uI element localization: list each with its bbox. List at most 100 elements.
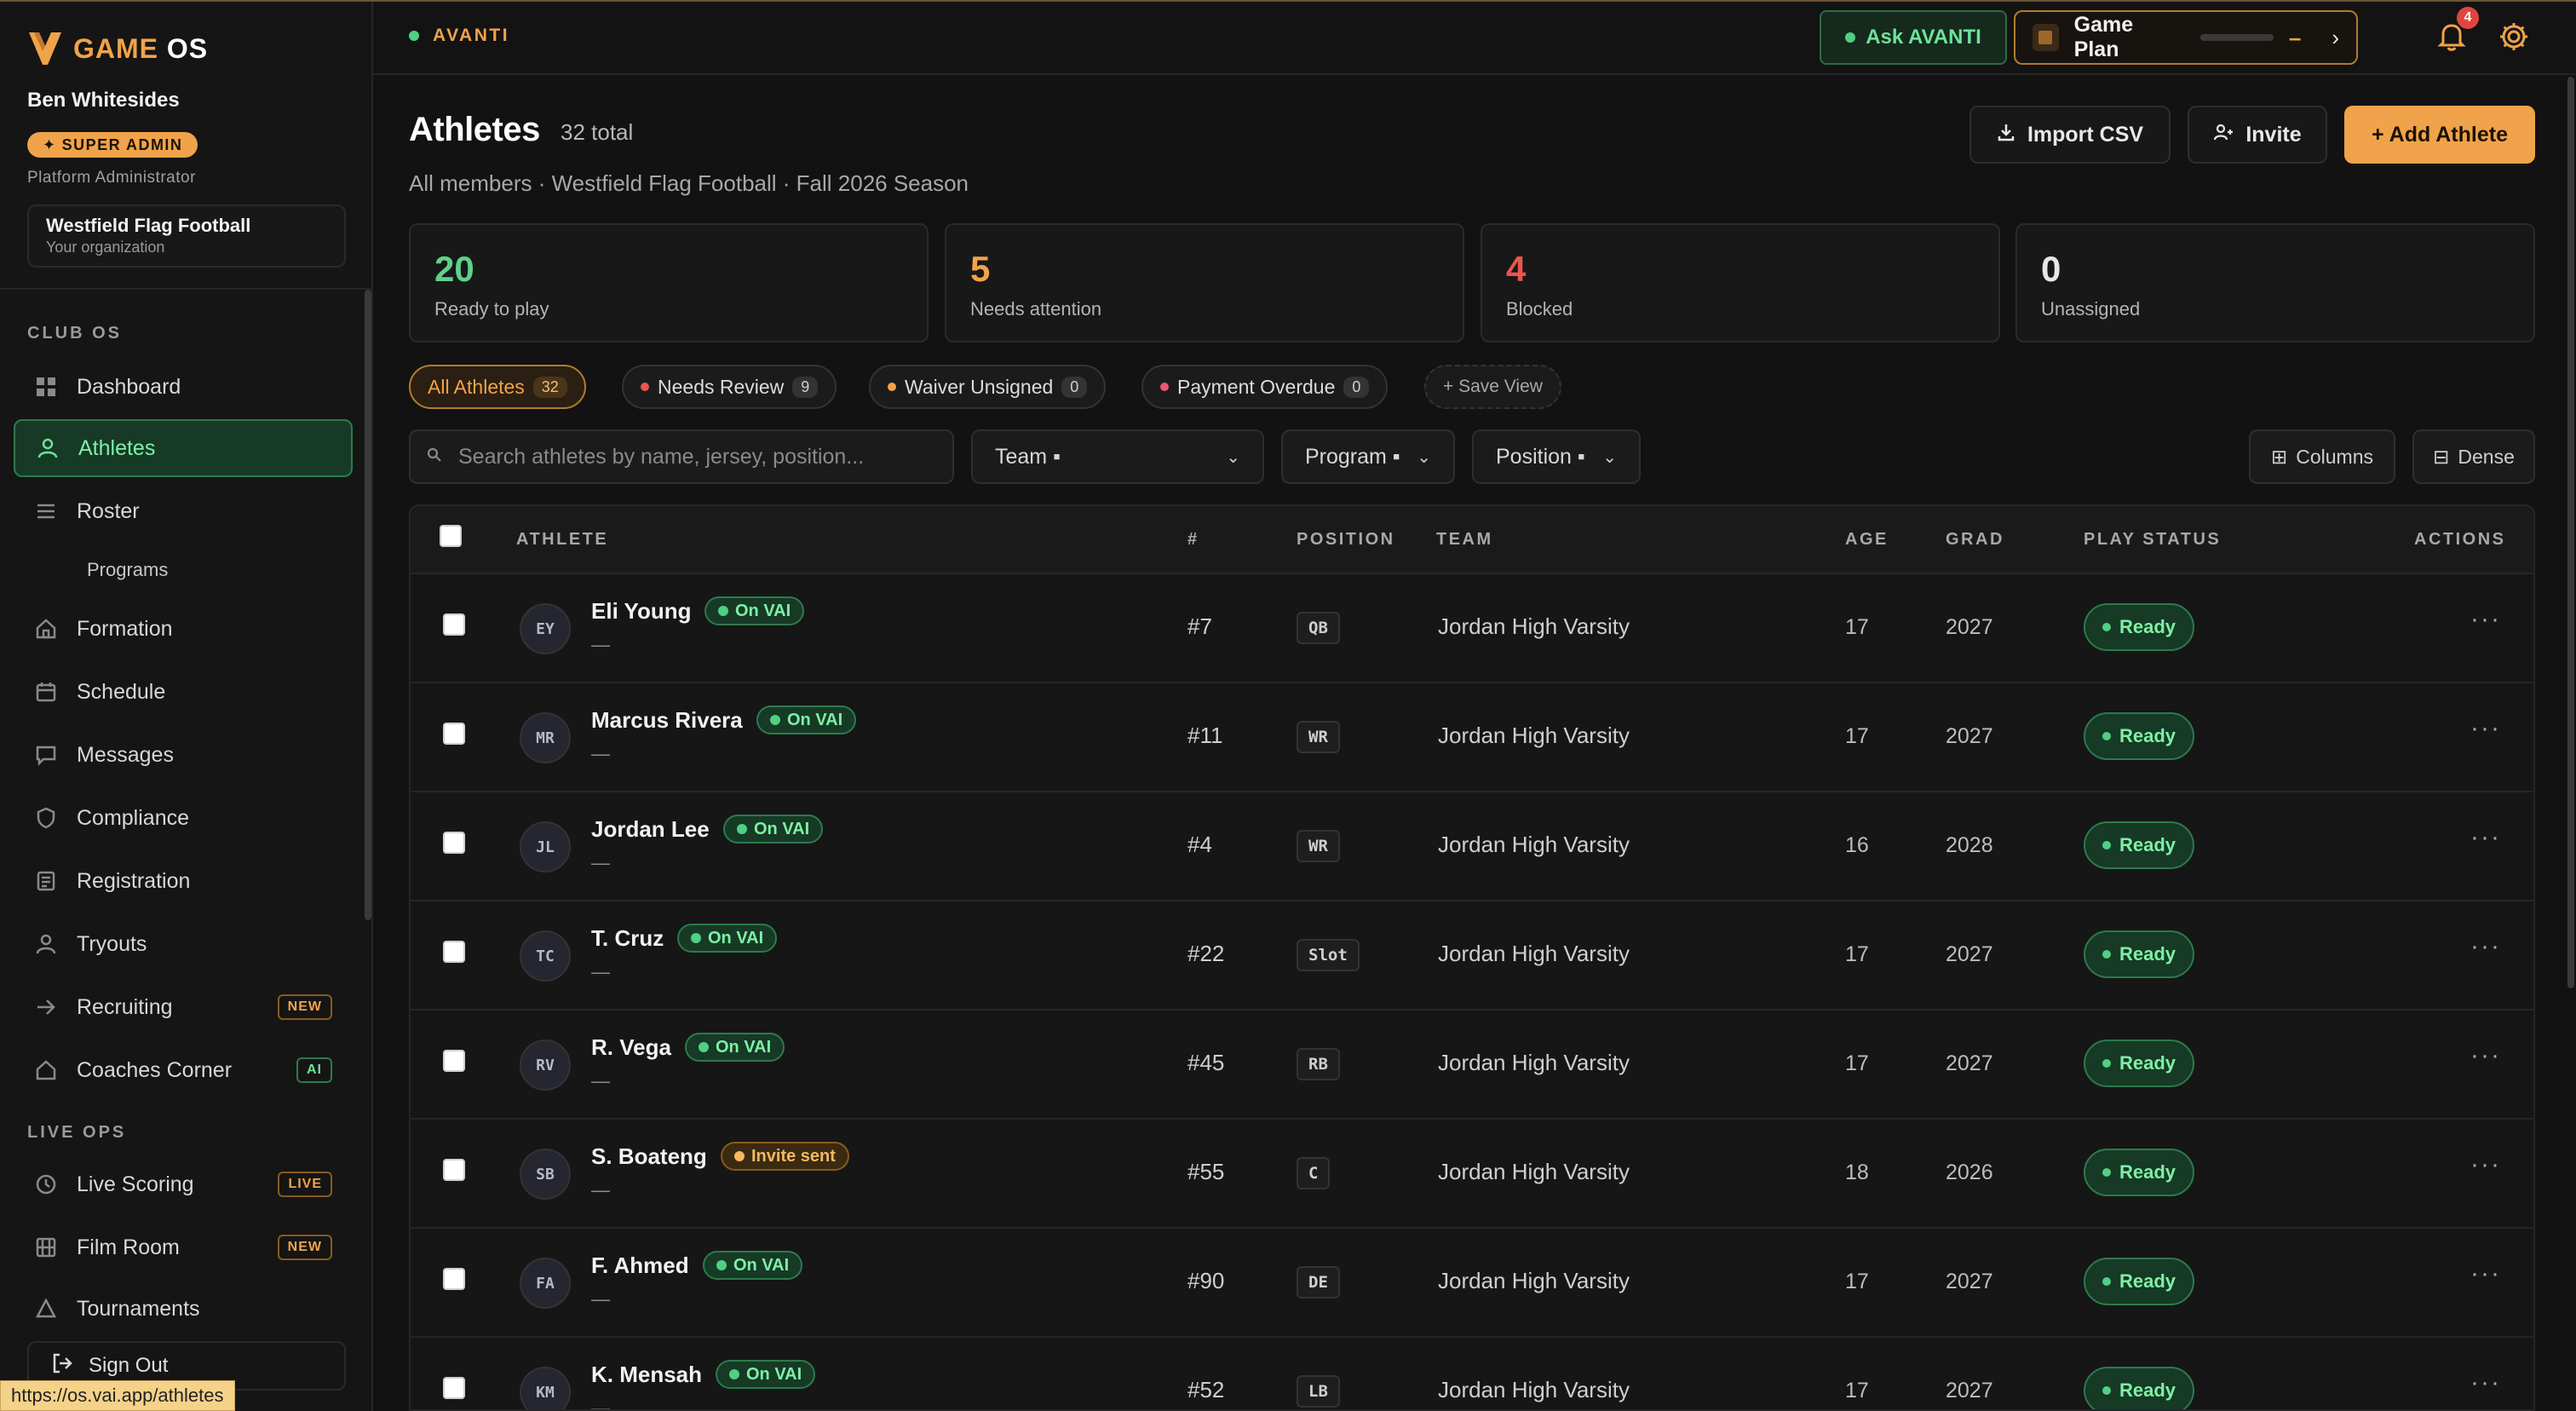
more-actions-icon[interactable]: ··· (2470, 1368, 2501, 1397)
athlete-name[interactable]: T. Cruz (591, 925, 664, 952)
column-header-age[interactable]: AGE (1845, 530, 1889, 550)
stat-card-needs-attention[interactable]: 5 Needs attention (945, 223, 1464, 343)
sidebar-item-registration[interactable]: Registration (14, 852, 353, 910)
row-checkbox[interactable] (443, 1377, 465, 1399)
athlete-name[interactable]: Marcus Rivera (591, 707, 743, 734)
athlete-name[interactable]: R. Vega (591, 1034, 671, 1061)
sidebar-item-film-room[interactable]: Film Room NEW (14, 1218, 353, 1276)
athlete-name[interactable]: K. Mensah (591, 1362, 702, 1388)
column-header-position[interactable]: POSITION (1297, 530, 1395, 550)
row-checkbox[interactable] (443, 1159, 465, 1181)
more-actions-icon[interactable]: ··· (2470, 932, 2501, 961)
athlete-name[interactable]: S. Boateng (591, 1143, 707, 1170)
filter-chip-needs-review[interactable]: Needs Review 9 (622, 365, 837, 409)
sidebar-item-coaches-corner[interactable]: Coaches Corner AI (14, 1041, 353, 1099)
age-value: 17 (1845, 1051, 1869, 1075)
play-status-badge[interactable]: Ready (2084, 930, 2195, 978)
select-all-checkbox[interactable] (440, 525, 462, 547)
stat-value: 0 (2041, 249, 2061, 289)
play-status-badge[interactable]: Ready (2084, 712, 2195, 760)
filter-chip-payment-overdue[interactable]: Payment Overdue 0 (1141, 365, 1389, 409)
team-name: Jordan High Varsity (1438, 723, 1630, 748)
save-view-button[interactable]: + Save View (1424, 365, 1561, 409)
play-status-badge[interactable]: Ready (2084, 821, 2195, 869)
sidebar-item-messages[interactable]: Messages (14, 726, 353, 784)
table-row[interactable]: TC T. Cruz On VAI — #22 Slot Jordan High Varsi… (411, 901, 2533, 1011)
sidebar-item-live-scoring[interactable]: Live Scoring LIVE (14, 1155, 353, 1213)
sidebar-scrollbar[interactable] (365, 290, 371, 920)
table-row[interactable]: MR Marcus Rivera On VAI — #11 WR Jordan High V… (411, 683, 2533, 792)
play-status-badge[interactable]: Ready (2084, 1149, 2195, 1196)
table-row[interactable]: EY Eli Young On VAI — #7 QB Jordan High Varsit… (411, 574, 2533, 683)
column-header-athlete[interactable]: ATHLETE (516, 530, 608, 550)
more-actions-icon[interactable]: ··· (2470, 1259, 2501, 1288)
search-box[interactable] (409, 429, 954, 484)
column-header-grad[interactable]: GRAD (1946, 530, 2004, 550)
filter-chip-waiver-unsigned[interactable]: Waiver Unsigned 0 (869, 365, 1107, 409)
game-plan-widget[interactable]: Game Plan – › (2014, 10, 2358, 65)
column-header-team[interactable]: TEAM (1436, 530, 1493, 550)
form-icon (34, 869, 58, 893)
more-actions-icon[interactable]: ··· (2470, 1041, 2501, 1070)
sidebar-item-tournaments[interactable]: Tournaments (14, 1281, 353, 1336)
add-athlete-button[interactable]: + Add Athlete (2344, 106, 2535, 164)
row-checkbox[interactable] (443, 941, 465, 963)
org-switcher[interactable]: Westfield Flag Football Your organizatio… (27, 204, 346, 268)
athlete-name[interactable]: F. Ahmed (591, 1253, 689, 1279)
play-status-badge[interactable]: Ready (2084, 603, 2195, 651)
table-row[interactable]: KM K. Mensah On VAI — #52 LB Jordan High Varsi… (411, 1338, 2533, 1411)
more-actions-icon[interactable]: ··· (2470, 605, 2501, 634)
stat-card-ready[interactable]: 20 Ready to play (409, 223, 929, 343)
column-header-play-status[interactable]: PLAY STATUS (2084, 530, 2221, 550)
brand-logo[interactable]: GAME OS (27, 29, 208, 68)
column-header-jersey[interactable]: # (1187, 530, 1199, 550)
filter-chip-all-athletes[interactable]: All Athletes 32 (409, 365, 586, 409)
athlete-subtext: — (591, 1397, 610, 1411)
more-actions-icon[interactable]: ··· (2470, 1150, 2501, 1179)
sidebar-item-roster[interactable]: Roster (14, 482, 353, 540)
jersey-number: #45 (1187, 1050, 1225, 1075)
athlete-name[interactable]: Jordan Lee (591, 816, 710, 843)
sidebar-item-formation[interactable]: Formation (14, 600, 353, 658)
program-filter-select[interactable]: Program ▪ ⌄ (1281, 429, 1455, 484)
row-checkbox[interactable] (443, 832, 465, 854)
columns-button[interactable]: ⊞ Columns (2249, 429, 2395, 484)
more-actions-icon[interactable]: ··· (2470, 714, 2501, 743)
search-input[interactable] (458, 444, 935, 469)
row-checkbox[interactable] (443, 1268, 465, 1290)
row-checkbox[interactable] (443, 613, 465, 636)
sidebar-item-compliance[interactable]: Compliance (14, 789, 353, 847)
play-status-badge[interactable]: Ready (2084, 1367, 2195, 1409)
row-checkbox[interactable] (443, 1050, 465, 1072)
more-actions-icon[interactable]: ··· (2470, 823, 2501, 852)
sidebar-item-schedule[interactable]: Schedule (14, 663, 353, 721)
invite-button[interactable]: Invite (2188, 106, 2327, 164)
chevron-right-icon[interactable]: › (2332, 25, 2339, 51)
stat-card-unassigned[interactable]: 0 Unassigned (2015, 223, 2535, 343)
position-filter-select[interactable]: Position ▪ ⌄ (1472, 429, 1641, 484)
sidebar-subitem-programs[interactable]: Programs (87, 559, 168, 581)
sidebar-item-dashboard[interactable]: Dashboard (14, 358, 353, 416)
row-checkbox[interactable] (443, 723, 465, 745)
avatar: MR (520, 712, 571, 763)
sidebar-item-tryouts[interactable]: Tryouts (14, 915, 353, 973)
sidebar-item-recruiting[interactable]: Recruiting NEW (14, 978, 353, 1036)
table-row[interactable]: FA F. Ahmed On VAI — #90 DE Jordan High Varsit… (411, 1229, 2533, 1338)
play-status-badge[interactable]: Ready (2084, 1040, 2195, 1087)
sidebar-item-athletes[interactable]: Athletes (14, 419, 353, 477)
collapse-button[interactable]: – (2289, 25, 2301, 51)
athlete-name[interactable]: Eli Young (591, 598, 691, 625)
dense-toggle-button[interactable]: ⊟ Dense (2412, 429, 2535, 484)
page-scrollbar[interactable] (2567, 77, 2574, 988)
table-row[interactable]: SB S. Boateng Invite sent — #55 C Jordan High … (411, 1120, 2533, 1229)
team-filter-select[interactable]: Team ▪ ⌄ (971, 429, 1264, 484)
import-csv-button[interactable]: Import CSV (1969, 106, 2171, 164)
play-status-badge[interactable]: Ready (2084, 1258, 2195, 1305)
table-row[interactable]: JL Jordan Lee On VAI — #4 WR Jordan High Varsi… (411, 792, 2533, 901)
stat-card-blocked[interactable]: 4 Blocked (1481, 223, 2000, 343)
ask-avanti-button[interactable]: Ask AVANTI (1820, 10, 2007, 65)
table-row[interactable]: RV R. Vega On VAI — #45 RB Jordan High Varsity… (411, 1011, 2533, 1120)
gear-icon[interactable] (2498, 20, 2530, 53)
jersey-number: #7 (1187, 613, 1212, 639)
age-value: 18 (1845, 1160, 1869, 1184)
